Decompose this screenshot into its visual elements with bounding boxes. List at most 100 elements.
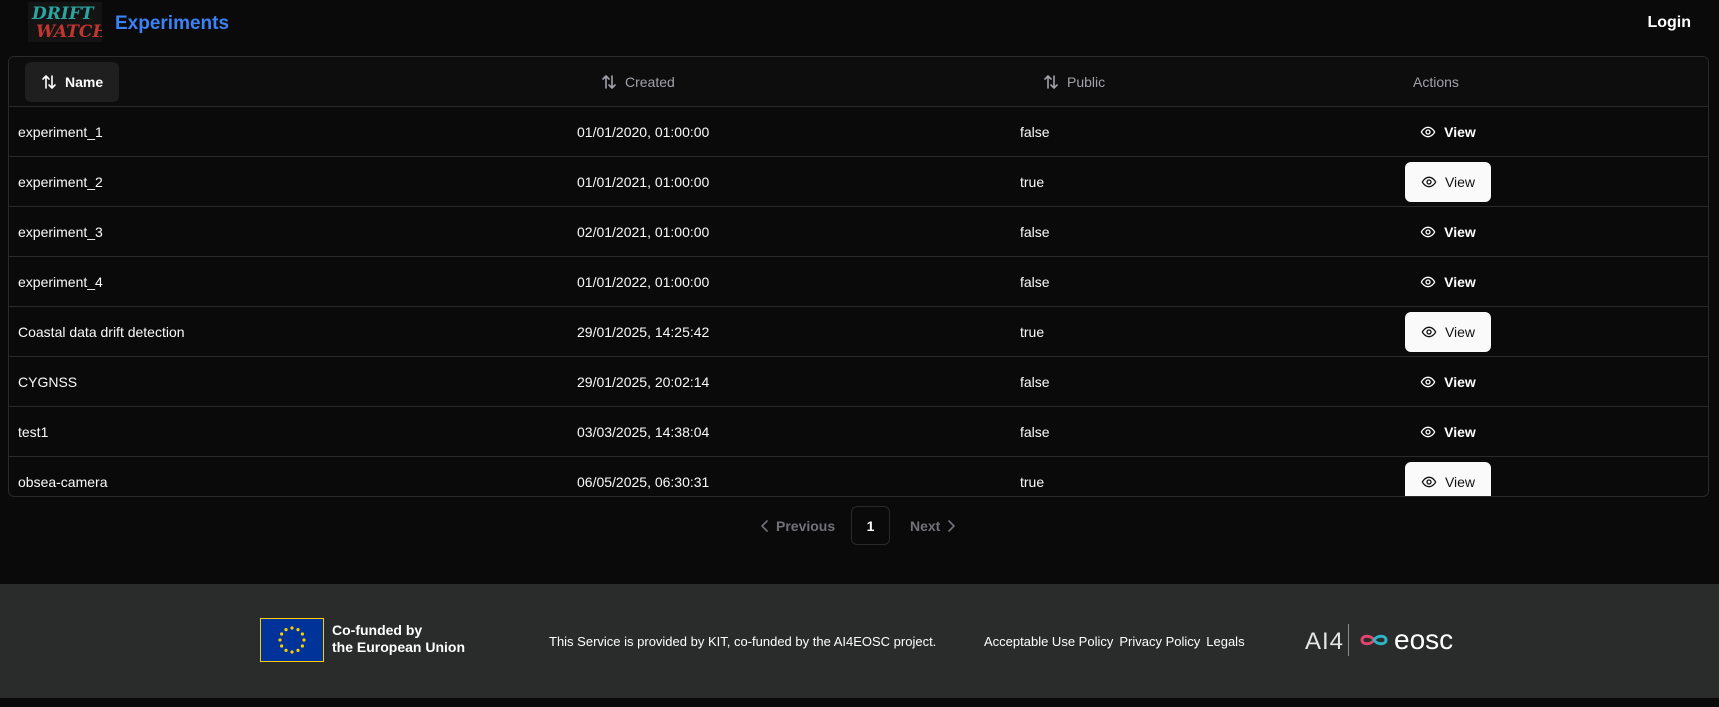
eu-star [296, 628, 300, 632]
experiments-table: Name Created Public Actions experiment_1… [8, 56, 1709, 497]
table-row: obsea-camera 06/05/2025, 06:30:31 true View [9, 457, 1708, 496]
actions-cell: View [1405, 407, 1491, 456]
acceptable-use-policy-link[interactable]: Acceptable Use Policy [984, 634, 1113, 649]
previous-page-button[interactable]: Previous [760, 506, 835, 546]
eu-star [280, 632, 284, 636]
view-button[interactable]: View [1405, 262, 1491, 302]
footer: Co-funded by the European Union This Ser… [0, 584, 1719, 698]
actions-cell: View [1405, 307, 1491, 356]
pagination: Previous 1 Next [0, 506, 1719, 546]
privacy-policy-link[interactable]: Privacy Policy [1119, 634, 1200, 649]
column-label-public: Public [1067, 73, 1106, 90]
eu-star [284, 628, 288, 632]
sort-arrows-icon [601, 74, 617, 90]
eye-icon [1421, 176, 1437, 187]
table-row: experiment_3 02/01/2021, 01:00:00 false Vie… [9, 207, 1708, 257]
view-button[interactable]: View [1405, 311, 1491, 352]
experiment-name: experiment_2 [18, 173, 103, 190]
experiment-name: CYGNSS [18, 373, 78, 390]
table-body: experiment_1 01/01/2020, 01:00:00 false Vie… [9, 107, 1708, 496]
view-label: View [1444, 423, 1476, 440]
table-row: experiment_1 01/01/2020, 01:00:00 false Vie… [9, 107, 1708, 157]
eosc-infinity-icon [1360, 634, 1388, 646]
column-header-name: Name [25, 57, 120, 106]
view-label: View [1444, 223, 1476, 240]
table-header: Name Created Public Actions [9, 57, 1708, 107]
view-label: View [1444, 173, 1476, 190]
view-label: View [1444, 273, 1476, 290]
created-date: 03/03/2025, 14:38:04 [577, 423, 710, 440]
view-button[interactable]: View [1405, 161, 1491, 202]
eye-icon [1421, 326, 1437, 337]
eu-star [290, 650, 294, 654]
actions-cell: View [1405, 457, 1491, 496]
public-flag: false [1020, 373, 1050, 390]
view-label: View [1444, 123, 1476, 140]
public-flag: true [1020, 323, 1045, 340]
column-header-actions: Actions [1413, 57, 1459, 106]
view-button[interactable]: View [1405, 461, 1491, 496]
view-label: View [1444, 373, 1476, 390]
chevron-left-icon [761, 520, 768, 532]
eye-icon [1420, 426, 1436, 437]
created-date: 29/01/2025, 14:25:42 [577, 323, 710, 340]
public-flag: true [1020, 473, 1045, 490]
view-label: View [1444, 473, 1476, 490]
eu-flag-icon [260, 618, 324, 662]
eye-icon [1420, 226, 1436, 237]
sort-arrows-icon [41, 74, 57, 90]
svg-text:WATCH: WATCH [36, 22, 102, 42]
next-label: Next [910, 518, 941, 534]
created-date: 06/05/2025, 06:30:31 [577, 473, 710, 490]
table-row: experiment_2 01/01/2021, 01:00:00 true View [9, 157, 1708, 207]
created-date: 29/01/2025, 20:02:14 [577, 373, 710, 390]
experiment-name: obsea-camera [18, 473, 108, 490]
eu-star [296, 648, 300, 652]
table-row: Coastal data drift detection 29/01/2025, … [9, 307, 1708, 357]
eye-icon [1420, 126, 1436, 137]
sort-arrows-icon [1043, 74, 1059, 90]
footer-links: Acceptable Use Policy Privacy Policy Leg… [984, 634, 1245, 649]
view-label: View [1444, 323, 1476, 340]
actions-cell: View [1405, 357, 1491, 406]
actions-cell: View [1405, 257, 1491, 306]
login-button[interactable]: Login [1647, 14, 1691, 32]
eye-icon [1421, 476, 1437, 487]
view-button[interactable]: View [1405, 212, 1491, 252]
column-label-actions: Actions [1413, 73, 1459, 90]
sort-by-public-button[interactable]: Public [1043, 57, 1105, 106]
eu-star [284, 648, 288, 652]
eu-cofunded-text: Co-funded by the European Union [332, 622, 465, 656]
chevron-right-icon [948, 520, 956, 532]
logo-separator [1348, 624, 1349, 656]
drift-watch-logo[interactable]: DRIFT WATCH [28, 2, 102, 42]
legals-link[interactable]: Legals [1206, 634, 1244, 649]
column-label-name: Name [65, 73, 104, 90]
eye-icon [1420, 276, 1436, 287]
sort-by-name-button[interactable]: Name [25, 61, 120, 102]
eosc-text: eosc [1394, 624, 1454, 655]
view-button[interactable]: View [1405, 112, 1491, 152]
column-label-created: Created [625, 73, 675, 90]
page-title[interactable]: Experiments [115, 13, 229, 35]
service-provided-text: This Service is provided by KIT, co-fund… [549, 634, 937, 649]
public-flag: false [1020, 123, 1050, 140]
sort-by-created-button[interactable]: Created [601, 57, 675, 106]
public-flag: false [1020, 423, 1050, 440]
eosc-logo[interactable]: eosc [1358, 624, 1453, 656]
public-flag: true [1020, 173, 1045, 190]
created-date: 01/01/2020, 01:00:00 [577, 123, 710, 140]
page-number-button[interactable]: 1 [851, 506, 890, 545]
view-button[interactable]: View [1405, 362, 1491, 402]
table-row: experiment_4 01/01/2022, 01:00:00 false Vie… [9, 257, 1708, 307]
ai4-logo[interactable]: AI4 [1305, 628, 1344, 656]
experiment-name: Coastal data drift detection [18, 323, 185, 340]
actions-cell: View [1405, 157, 1491, 206]
eu-star [302, 638, 306, 642]
created-date: 02/01/2021, 01:00:00 [577, 223, 710, 240]
top-header: DRIFT WATCH Experiments Login [0, 0, 1719, 50]
next-page-button[interactable]: Next [910, 506, 956, 546]
table-row: test1 03/03/2025, 14:38:04 false View [9, 407, 1708, 457]
view-button[interactable]: View [1405, 412, 1491, 452]
public-flag: false [1020, 223, 1050, 240]
